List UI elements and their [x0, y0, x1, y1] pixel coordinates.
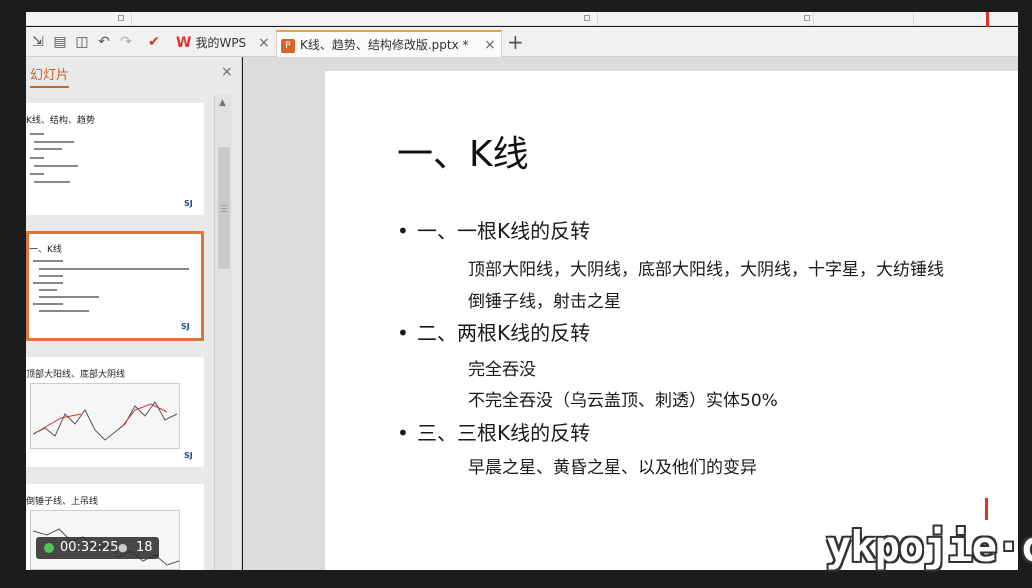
tab-close-icon[interactable]: × — [258, 30, 270, 57]
mini-tab[interactable] — [814, 12, 914, 26]
tab-close-icon[interactable]: × — [484, 32, 496, 59]
mini-tab-icon — [584, 15, 590, 21]
panel-header: 幻灯片 × — [26, 57, 241, 89]
scroll-thumb[interactable] — [218, 147, 230, 269]
sub-item[interactable]: 早晨之星、黄昏之星、以及他们的变异 — [468, 453, 757, 478]
mini-tab[interactable] — [132, 12, 598, 26]
thumbnail-logo: SJ — [184, 451, 193, 460]
bullet-item[interactable]: • 二、两根K线的反转 — [397, 317, 590, 346]
sub-item[interactable]: 不完全吞没（乌云盖顶、刺透）实体50% — [468, 386, 778, 411]
recording-time: 00:32:25 — [60, 540, 119, 555]
viewer-count: 18 — [136, 540, 153, 555]
mini-tab-icon — [804, 15, 810, 21]
bullet-item[interactable]: • 一、一根K线的反转 — [397, 215, 590, 244]
tab-file-label: K线、趋势、结构修改版.pptx * — [300, 38, 469, 52]
recording-dot-icon — [44, 543, 54, 553]
mini-tab-icon — [118, 15, 124, 21]
viewer-icon: ● — [118, 541, 128, 554]
tab-wps-label: 我的WPS — [195, 36, 247, 50]
top-strip — [26, 12, 1018, 26]
thumbnail-title: 一、K线 — [29, 245, 62, 255]
redo-icon[interactable]: ↷ — [118, 34, 134, 50]
bullet-text: 一、一根K线的反转 — [417, 219, 591, 243]
sub-item[interactable]: 完全吞没 — [468, 355, 536, 380]
sub-item[interactable]: 顶部大阳线，大阴线，底部大阳线，大阴线，十字星，大纺锤线 — [468, 255, 944, 280]
wps-logo-icon: W — [176, 35, 192, 51]
bullet-item[interactable]: • 三、三根K线的反转 — [397, 417, 590, 446]
thumbnail-logo: SJ — [184, 199, 193, 208]
thumbnail-logo: SJ — [181, 322, 190, 331]
tab-wps-home[interactable]: W 我的WPS × — [172, 30, 276, 57]
thumbnail-title: 顶部大阳线、底部大阴线 — [26, 370, 126, 380]
undo-icon[interactable]: ↶ — [96, 34, 112, 50]
tab-bar: ⇲ ▤ ◫ ↶ ↷ ✔ W 我的WPS × P K线、趋势、结构修改版.pptx *… — [26, 27, 1018, 57]
export-pdf-icon[interactable]: ⇲ — [30, 34, 46, 50]
slide-thumbnail-3[interactable]: 顶部大阳线、底部大阴线 SJ — [26, 357, 204, 467]
slide-thumbnail-1[interactable]: K线、结构、趋势 SJ — [26, 103, 204, 215]
print-icon[interactable]: ▤ — [52, 34, 68, 50]
recording-indicator: 00:32:25 ● 18 — [36, 537, 159, 559]
panel-close-icon[interactable]: × — [221, 64, 233, 80]
bullet-text: 三、三根K线的反转 — [417, 421, 591, 445]
sub-item[interactable]: 倒锤子线，射击之星 — [468, 287, 621, 312]
slide-title[interactable]: 一、K线 — [397, 125, 529, 177]
watermark: ykpojie·com — [826, 522, 1032, 571]
slide-thumbnail-2[interactable]: 一、K线 SJ — [26, 231, 204, 341]
slide-canvas: 一、K线 • 一、一根K线的反转 顶部大阳线，大阴线，底部大阳线，大阴线，十字星，… — [243, 57, 1018, 570]
bullet-text: 二、两根K线的反转 — [417, 321, 591, 345]
scroll-up-icon[interactable]: ▲ — [219, 98, 226, 108]
mini-tab[interactable] — [598, 12, 814, 26]
ppt-file-icon: P — [281, 38, 295, 53]
slide[interactable]: 一、K线 • 一、一根K线的反转 顶部大阳线，大阴线，底部大阳线，大阴线，十字星，… — [325, 71, 1018, 570]
thumbnail-title: K线、结构、趋势 — [26, 116, 95, 126]
tab-pptx-file[interactable]: P K线、趋势、结构修改版.pptx * × — [276, 30, 502, 57]
slides-panel: 幻灯片 × K线、结构、趋势 SJ 一、K线 SJ 顶部大阳线、底部大阴线 SJ… — [26, 57, 242, 570]
print-preview-icon[interactable]: ◫ — [74, 34, 90, 50]
app-window: ⇲ ▤ ◫ ↶ ↷ ✔ W 我的WPS × P K线、趋势、结构修改版.pptx *… — [0, 0, 1032, 588]
panel-title[interactable]: 幻灯片 — [30, 64, 70, 88]
new-tab-button[interactable]: + — [507, 31, 524, 53]
thumbnail-title: 倒锤子线、上吊线 — [26, 497, 99, 507]
thumbnail-chart-image — [30, 383, 180, 449]
panel-scrollbar[interactable]: ▲ — [214, 95, 232, 570]
format-painter-icon[interactable]: ✔ — [146, 34, 162, 50]
mini-tab[interactable] — [26, 12, 132, 26]
